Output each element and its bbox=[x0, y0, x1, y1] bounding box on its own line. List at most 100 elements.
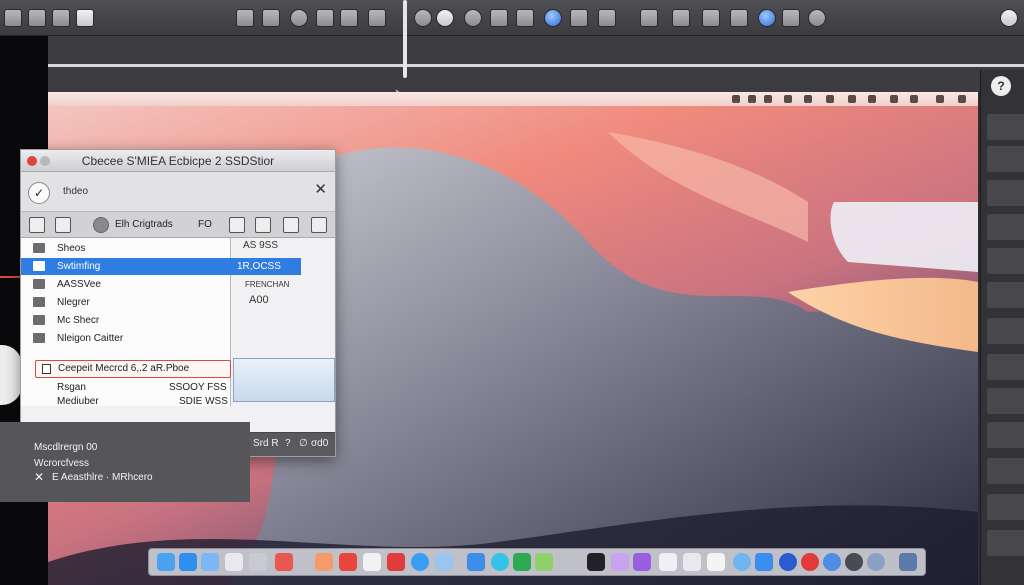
refresh-icon[interactable] bbox=[464, 9, 482, 27]
globe-alt-icon[interactable] bbox=[808, 9, 826, 27]
app-icon[interactable] bbox=[249, 553, 267, 571]
toolbar-fo[interactable]: FO bbox=[198, 219, 212, 230]
panel-cell[interactable] bbox=[987, 248, 1024, 274]
app-icon[interactable] bbox=[315, 553, 333, 571]
close-button[interactable] bbox=[27, 156, 37, 166]
play-icon[interactable] bbox=[28, 9, 46, 27]
panel-cell[interactable] bbox=[987, 146, 1024, 172]
sphere-icon[interactable] bbox=[436, 9, 454, 27]
close-icon[interactable]: ✕ bbox=[34, 470, 44, 484]
pin-icon[interactable] bbox=[782, 9, 800, 27]
panel-cell[interactable] bbox=[987, 494, 1024, 520]
pencil-icon[interactable] bbox=[55, 217, 71, 233]
list-item-selected[interactable]: Swtimfing bbox=[21, 258, 231, 275]
panel-cell[interactable] bbox=[987, 214, 1024, 240]
list-item-label: Sheos bbox=[57, 243, 86, 254]
footer-button[interactable]: Srd R bbox=[253, 438, 279, 449]
app-icon[interactable] bbox=[633, 553, 651, 571]
footer-button[interactable]: σd0 bbox=[311, 438, 328, 449]
app-icon[interactable] bbox=[491, 553, 509, 571]
panel-cell[interactable] bbox=[987, 422, 1024, 448]
grid-icon[interactable] bbox=[52, 9, 70, 27]
app-icon[interactable] bbox=[755, 553, 773, 571]
finder-icon[interactable] bbox=[157, 553, 175, 571]
app-icon[interactable] bbox=[225, 553, 243, 571]
document-icon[interactable] bbox=[730, 9, 748, 27]
app-icon[interactable] bbox=[659, 553, 677, 571]
panel-cell[interactable] bbox=[987, 114, 1024, 140]
app-icon[interactable] bbox=[467, 553, 485, 571]
window-icon[interactable] bbox=[255, 217, 271, 233]
browser-icon[interactable] bbox=[544, 9, 562, 27]
app-icon[interactable] bbox=[733, 553, 751, 571]
crop-icon[interactable] bbox=[490, 9, 508, 27]
terminal-icon[interactable] bbox=[587, 553, 605, 571]
undo-icon[interactable] bbox=[229, 217, 245, 233]
brush-icon[interactable] bbox=[340, 9, 358, 27]
toolbar-label[interactable]: Elh Crigtrads bbox=[115, 219, 173, 230]
frame-icon[interactable] bbox=[283, 217, 299, 233]
minimize-button[interactable] bbox=[40, 156, 50, 166]
app-menu-icon[interactable] bbox=[4, 9, 22, 27]
help-icon[interactable]: ? bbox=[991, 76, 1011, 96]
app-icon[interactable] bbox=[801, 553, 819, 571]
brush-icon[interactable] bbox=[311, 217, 327, 233]
globe-icon[interactable] bbox=[290, 9, 308, 27]
app-icon[interactable] bbox=[683, 553, 701, 571]
close-icon[interactable]: ✕ bbox=[314, 180, 327, 198]
folder-icon[interactable] bbox=[29, 217, 45, 233]
link-icon[interactable] bbox=[640, 9, 658, 27]
transform-icon[interactable] bbox=[516, 9, 534, 27]
calendar-icon[interactable] bbox=[570, 9, 588, 27]
layers-icon[interactable] bbox=[262, 9, 280, 27]
image-icon[interactable] bbox=[368, 9, 386, 27]
app-icon[interactable] bbox=[387, 553, 405, 571]
network-icon[interactable] bbox=[758, 9, 776, 27]
app-icon[interactable] bbox=[513, 553, 531, 571]
folder-icon[interactable] bbox=[702, 9, 720, 27]
camera-icon[interactable] bbox=[316, 9, 334, 27]
app-icon[interactable] bbox=[611, 553, 629, 571]
panel-cell[interactable] bbox=[987, 388, 1024, 414]
panel-cell[interactable] bbox=[987, 318, 1024, 344]
list-item[interactable]: AASSVee bbox=[21, 276, 231, 293]
app-icon[interactable] bbox=[363, 553, 381, 571]
screen-icon[interactable] bbox=[672, 9, 690, 27]
preview-box[interactable] bbox=[233, 358, 335, 402]
panel-cell[interactable] bbox=[987, 180, 1024, 206]
app-icon[interactable] bbox=[535, 553, 553, 571]
value-top: AS 9SS bbox=[243, 240, 279, 251]
shield-icon[interactable] bbox=[236, 9, 254, 27]
user-icon[interactable] bbox=[1000, 9, 1018, 27]
app-icon[interactable] bbox=[845, 553, 863, 571]
app-icon[interactable] bbox=[823, 553, 841, 571]
guide-line bbox=[40, 64, 1024, 67]
panel-cell[interactable] bbox=[987, 354, 1024, 380]
footer-button[interactable]: ∅ bbox=[299, 438, 308, 449]
app-icon[interactable] bbox=[707, 553, 725, 571]
list-item[interactable]: Sheos bbox=[21, 240, 231, 257]
app-icon[interactable] bbox=[275, 553, 293, 571]
trash-icon[interactable] bbox=[899, 553, 917, 571]
app-icon[interactable] bbox=[867, 553, 885, 571]
color-wheel-icon[interactable] bbox=[414, 9, 432, 27]
app-icon[interactable] bbox=[779, 553, 797, 571]
list-item[interactable]: Nlegrer bbox=[21, 294, 231, 311]
value-selected[interactable]: 1R,OCSS bbox=[231, 258, 301, 275]
list-item[interactable]: Nleigon Caitter bbox=[21, 330, 231, 347]
app-icon[interactable] bbox=[339, 553, 357, 571]
highlighted-row[interactable]: Ceepeit Mecrcd 6,.2 aR.Pboe bbox=[35, 360, 231, 378]
app-icon[interactable] bbox=[179, 553, 197, 571]
footer-button[interactable]: ? bbox=[285, 438, 291, 449]
panel-cell[interactable] bbox=[987, 458, 1024, 484]
selection-icon[interactable] bbox=[598, 9, 616, 27]
list-item[interactable]: Mc Shecr bbox=[21, 312, 231, 329]
app-icon[interactable] bbox=[435, 553, 453, 571]
panel-cell[interactable] bbox=[987, 282, 1024, 308]
app-icon[interactable] bbox=[201, 553, 219, 571]
blank-doc-icon[interactable] bbox=[76, 9, 94, 27]
dialog-titlebar: Cbecee S'MIEA Ecbicpe 2 SSDStior bbox=[21, 150, 335, 172]
panel-cell[interactable] bbox=[987, 530, 1024, 556]
record-icon[interactable] bbox=[93, 217, 109, 233]
safari-icon[interactable] bbox=[411, 553, 429, 571]
